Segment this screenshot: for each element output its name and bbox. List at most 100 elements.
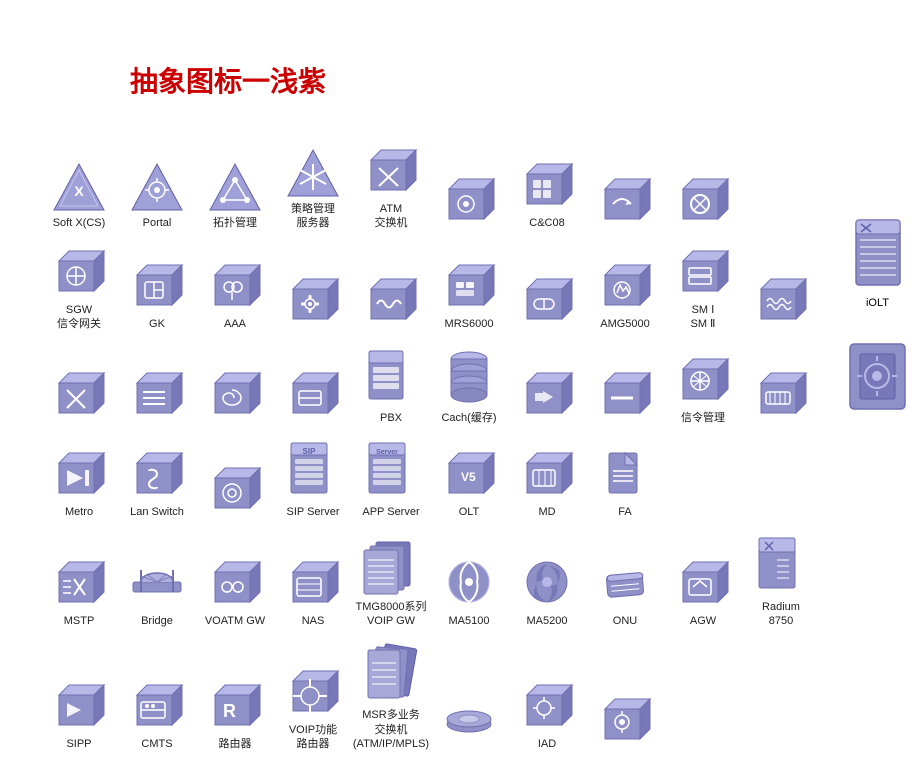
svg-text:X: X — [74, 183, 84, 199]
icon-metro[interactable]: Metro — [40, 443, 118, 519]
voatmgw-label: VOATM GW — [205, 614, 265, 628]
icon-settings[interactable] — [274, 269, 352, 331]
icon-wave[interactable] — [352, 269, 430, 331]
icon-gk[interactable]: GK — [118, 255, 196, 331]
fa-label: FA — [618, 505, 631, 519]
icon-sipserver[interactable]: SIP SIP Server — [274, 435, 352, 519]
icon-switch[interactable] — [508, 363, 586, 425]
mrs6000-label: MRS6000 — [445, 317, 494, 331]
softx-label: Soft X(CS) — [53, 216, 106, 230]
icon-aaa[interactable]: AAA — [196, 255, 274, 331]
icon-hdmi[interactable] — [742, 363, 820, 425]
svg-text:SIP: SIP — [303, 447, 317, 456]
icon-ma5200[interactable]: MA5200 — [508, 544, 586, 628]
nas-label: NAS — [302, 614, 325, 628]
icon-tmg8000[interactable]: TMG8000系列 VOIP GW — [352, 530, 430, 629]
icon-cube-gear[interactable] — [430, 169, 508, 231]
icon-x2[interactable] — [40, 363, 118, 425]
policy-label: 策略管理 服务器 — [291, 202, 335, 231]
icon-nas[interactable]: NAS — [274, 552, 352, 628]
icon-iad[interactable]: IAD — [508, 675, 586, 751]
icon-lanswitch[interactable]: Lan Switch — [118, 443, 196, 519]
icon-pill[interactable] — [508, 269, 586, 331]
gk-label: GK — [149, 317, 165, 331]
cc08-label: C&C08 — [529, 216, 564, 230]
icon-sm[interactable]: SM Ⅰ SM Ⅱ — [664, 241, 742, 332]
page-title: 抽象图标一浅紫 — [130, 60, 326, 100]
appserver-label: APP Server — [362, 505, 419, 519]
svg-text:V5: V5 — [461, 470, 476, 484]
cmts-label: CMTS — [141, 737, 172, 751]
icon-cmts[interactable]: CMTS — [118, 675, 196, 751]
topology-label: 拓扑管理 — [213, 216, 257, 230]
metro-label: Metro — [65, 505, 93, 519]
icon-policy[interactable]: 策略管理 服务器 — [274, 146, 352, 231]
icon-minus[interactable] — [586, 363, 664, 425]
icon-voatmgw[interactable]: VOATM GW — [196, 552, 274, 628]
icon-radium[interactable]: Radium 8750 — [742, 530, 820, 629]
icon-cc08[interactable]: C&C08 — [508, 154, 586, 230]
icon-pbx[interactable]: PBX — [352, 341, 430, 425]
icon-wave2[interactable] — [742, 269, 820, 331]
onu-label: ONU — [613, 614, 637, 628]
icon-mrs6000[interactable]: MRS6000 — [430, 255, 508, 331]
icon-appserver[interactable]: Server APP Server — [352, 435, 430, 519]
icon-msr[interactable]: MSR多业务 交换机 (ATM/IP/MPLS) — [352, 638, 430, 751]
cache-label: Cach(缓存) — [441, 411, 496, 425]
portal-label: Portal — [143, 216, 172, 230]
icon-fa[interactable]: FA — [586, 443, 664, 519]
icon-portal[interactable]: Portal — [118, 160, 196, 230]
icon-cache[interactable]: Cach(缓存) — [430, 341, 508, 425]
svg-text:Server: Server — [376, 449, 398, 456]
right-col: iOLT — [845, 215, 910, 416]
icon-flat[interactable] — [430, 689, 508, 751]
icon-grid: X Soft X(CS) Portal — [40, 140, 840, 761]
icon-router[interactable]: R 路由器 — [196, 675, 274, 751]
icon-onu[interactable]: ONU — [586, 552, 664, 628]
icon-md[interactable]: MD — [508, 443, 586, 519]
lanswitch-label: Lan Switch — [130, 505, 184, 519]
icon-mstp[interactable]: MSTP — [40, 552, 118, 628]
icon-atm[interactable]: ATM 交换机 — [352, 140, 430, 231]
voipfunc-label: VOIP功能 路由器 — [289, 723, 337, 752]
atm-label: ATM 交换机 — [375, 202, 408, 231]
icon-softx[interactable]: X Soft X(CS) — [40, 160, 118, 230]
aaa-label: AAA — [224, 317, 246, 331]
icon-cube-circle[interactable] — [664, 169, 742, 231]
tmg8000-label: TMG8000系列 VOIP GW — [356, 600, 427, 629]
sm-label: SM Ⅰ SM Ⅱ — [691, 303, 716, 332]
sipserver-label: SIP Server — [287, 505, 340, 519]
icon-cube-arrow[interactable] — [586, 169, 664, 231]
icon-spiral[interactable] — [196, 363, 274, 425]
iad-label: IAD — [538, 737, 556, 751]
ma5200-label: MA5200 — [527, 614, 568, 628]
icon-iad2[interactable] — [586, 689, 664, 751]
icon-big-connector[interactable] — [845, 339, 910, 416]
agw-label: AGW — [690, 614, 716, 628]
icon-sigman[interactable]: 信令管理 — [664, 349, 742, 425]
sigman-label: 信令管理 — [681, 411, 725, 425]
olt-label: OLT — [459, 505, 480, 519]
icon-lines[interactable] — [118, 363, 196, 425]
ma5100-label: MA5100 — [449, 614, 490, 628]
icon-iolt[interactable]: iOLT — [848, 215, 908, 309]
icon-sgw[interactable]: SGW 信令网关 — [40, 241, 118, 332]
iolt-label: iOLT — [866, 297, 889, 309]
icon-rect[interactable] — [274, 363, 352, 425]
icon-ma5100[interactable]: MA5100 — [430, 544, 508, 628]
md-label: MD — [538, 505, 555, 519]
icon-sipp[interactable]: SIPP — [40, 675, 118, 751]
icon-agw[interactable]: AGW — [664, 552, 742, 628]
icon-voipfunc[interactable]: VOIP功能 路由器 — [274, 661, 352, 752]
sgw-label: SGW 信令网关 — [57, 303, 101, 332]
bridge-label: Bridge — [141, 614, 173, 628]
radium-label: Radium 8750 — [762, 600, 800, 629]
mstp-label: MSTP — [64, 614, 95, 628]
icon-olt[interactable]: V5 OLT — [430, 443, 508, 519]
pbx-label: PBX — [380, 411, 402, 425]
icon-circle2[interactable] — [196, 458, 274, 520]
icon-bridge[interactable]: Bridge — [118, 552, 196, 628]
icon-amg5000[interactable]: AMG5000 — [586, 255, 664, 331]
amg5000-label: AMG5000 — [600, 317, 650, 331]
icon-topology[interactable]: 拓扑管理 — [196, 160, 274, 230]
